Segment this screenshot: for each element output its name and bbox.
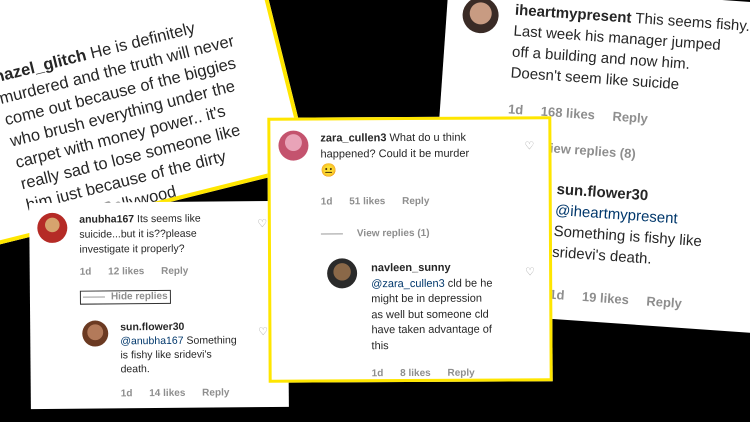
comment-card-zara: zara_cullen3 What do u think happened? C…: [267, 116, 553, 383]
reply-button[interactable]: Reply: [402, 196, 429, 207]
reply-button[interactable]: Reply: [646, 293, 682, 310]
comment-age: 1d: [120, 388, 133, 400]
avatar[interactable]: [461, 0, 500, 35]
username[interactable]: navleen_sunny: [371, 260, 521, 276]
comment-text: as well but someone cld: [371, 308, 489, 321]
view-replies-button[interactable]: View replies (1): [320, 228, 430, 240]
heart-icon[interactable]: ♡: [258, 325, 268, 338]
heart-icon[interactable]: ♡: [524, 139, 534, 152]
reply-button[interactable]: Reply: [202, 387, 229, 398]
username[interactable]: anubha167: [79, 213, 134, 225]
avatar[interactable]: [327, 258, 358, 289]
comment-card-anubha: anubha167 Its seems like suicide...but i…: [29, 200, 289, 410]
avatar[interactable]: [37, 212, 68, 244]
comment-text: cld be he: [447, 277, 493, 290]
comment-meta: 1d 19 likes Reply: [549, 287, 697, 312]
comment-text: this: [371, 339, 389, 352]
comment-text: investigate it properly?: [79, 242, 185, 256]
comment-text: is fishy like sridevi's: [120, 348, 212, 362]
emoji-icon: 😐: [320, 162, 337, 178]
hide-replies-button[interactable]: Hide replies: [79, 289, 171, 305]
comment-text: Its seems like: [136, 212, 201, 226]
mention-link[interactable]: @anubha167: [120, 335, 183, 348]
heart-icon[interactable]: ♡: [257, 217, 267, 230]
avatar[interactable]: [82, 320, 109, 347]
comment-meta: 1d 51 likes Reply: [321, 196, 444, 208]
likes-count[interactable]: 51 likes: [349, 196, 385, 207]
likes-count[interactable]: 12 likes: [108, 266, 144, 277]
comment-age: 1d: [371, 368, 384, 380]
reply-button[interactable]: Reply: [161, 266, 188, 277]
likes-count[interactable]: 14 likes: [149, 388, 185, 399]
avatar[interactable]: [278, 130, 309, 161]
comment-text: Something: [186, 334, 237, 347]
likes-count[interactable]: 19 likes: [581, 289, 629, 307]
comment-age: 1d: [320, 196, 333, 208]
likes-count[interactable]: 8 likes: [400, 368, 431, 379]
mention-link[interactable]: @zara_cullen3: [371, 277, 445, 289]
comment-text: What do u think: [389, 131, 466, 145]
comment-text: death.: [120, 363, 150, 376]
comment-text: might be in depression: [371, 292, 482, 306]
comment-age: 1d: [507, 101, 524, 118]
comment-meta: 1d 12 likes Reply: [80, 266, 203, 278]
username[interactable]: sun.flower30: [120, 319, 270, 334]
heart-icon[interactable]: ♡: [525, 265, 535, 278]
reply-button[interactable]: Reply: [612, 109, 648, 126]
comment-text: suicide...but it is??please: [79, 227, 197, 241]
comment-age: 1d: [79, 266, 92, 278]
comment-text: happened? Could it be murder: [320, 147, 470, 161]
comment-meta: 1d 8 likes Reply: [372, 368, 489, 380]
username[interactable]: zara_cullen3: [320, 132, 386, 144]
comment-text: have taken advantage of: [371, 323, 492, 337]
reply-button[interactable]: Reply: [447, 368, 474, 379]
comment-meta: 1d 14 likes Reply: [121, 387, 244, 399]
